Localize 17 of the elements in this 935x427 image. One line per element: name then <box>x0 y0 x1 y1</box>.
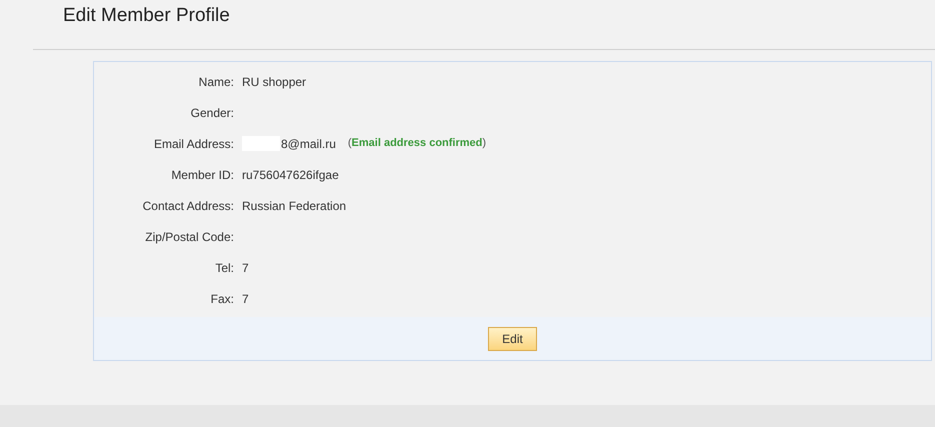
field-label: Zip/Postal Code: <box>145 228 234 246</box>
field-value: 7 <box>242 290 249 308</box>
edit-button[interactable]: Edit <box>488 326 537 350</box>
confirmation-note: (Email address confirmed) <box>348 136 486 152</box>
field-value: Russian Federation <box>242 198 346 214</box>
field-label: Tel: <box>215 260 234 276</box>
field-label: Fax: <box>210 290 234 308</box>
field-value: RU shopper <box>242 74 306 90</box>
field-value: 7 <box>242 260 249 276</box>
field-label: Name: <box>198 74 234 90</box>
field-label: Contact Address: <box>142 198 234 214</box>
field-label: Member ID: <box>171 166 234 184</box>
field-label: Email Address: <box>154 136 234 152</box>
field-value: ru756047626ifgae <box>242 166 339 184</box>
field-value: 8@mail.ru <box>281 136 336 152</box>
field-label: Gender: <box>190 104 234 122</box>
page-title: Edit Member Profile <box>63 4 230 28</box>
